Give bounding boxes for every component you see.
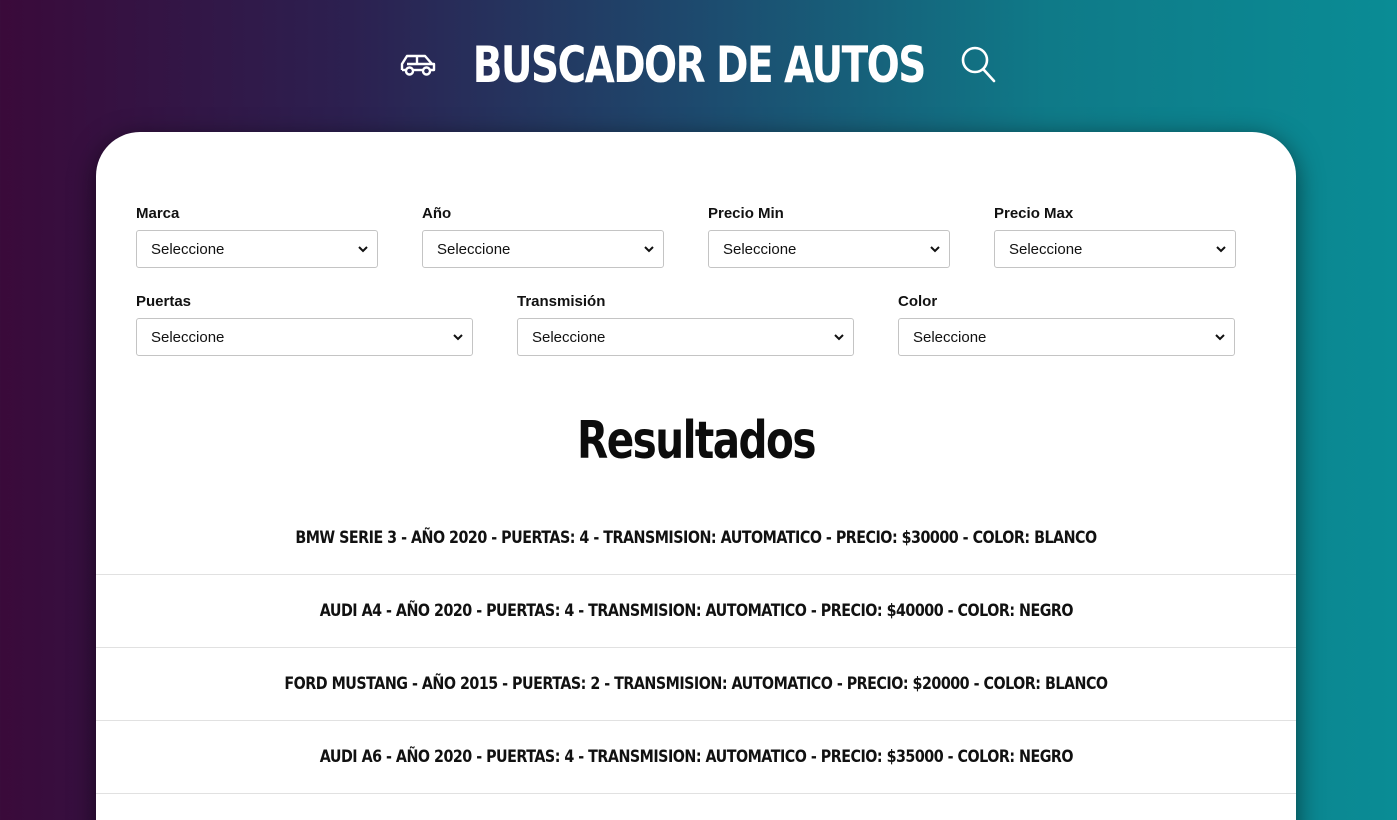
list-item: BMW Serie 3 - Año 2020 - Puertas: 4 - Tr… [96,502,1296,575]
chevron-down-icon [833,331,845,343]
filters-form: Marca Seleccione Año Seleccione Precio M… [136,206,1236,382]
car-icon [399,50,437,80]
search-icon [960,45,998,85]
result-text: Audi A4 - Año 2020 - Puertas: 4 - Transm… [319,601,1073,621]
color-label: Color [898,293,938,310]
precio-max-field: Precio Max Seleccione [994,206,1236,268]
result-text: Ford Mustang - Año 2015 - Puertas: 2 - T… [284,674,1108,694]
chevron-down-icon [1215,243,1227,255]
chevron-down-icon [357,243,369,255]
page-title: Buscador de Autos [472,36,926,94]
anio-label: Año [422,205,452,222]
chevron-down-icon [452,331,464,343]
chevron-down-icon [1214,331,1226,343]
transmision-field: Transmisión Seleccione [517,294,854,356]
puertas-select[interactable]: Seleccione [136,318,473,356]
precio-min-field: Precio Min Seleccione [708,206,950,268]
marca-select-value: Seleccione [151,240,225,258]
anio-select[interactable]: Seleccione [422,230,664,268]
result-text: BMW Serie 3 - Año 2020 - Puertas: 4 - Tr… [295,528,1097,548]
chevron-down-icon [643,243,655,255]
filters-row-1: Marca Seleccione Año Seleccione Precio M… [136,206,1236,268]
list-item: Audi A4 - Año 2020 - Puertas: 4 - Transm… [96,575,1296,648]
marca-label: Marca [136,205,180,222]
search-card: Marca Seleccione Año Seleccione Precio M… [96,132,1296,820]
anio-field: Año Seleccione [422,206,664,268]
color-select[interactable]: Seleccione [898,318,1235,356]
precio-max-select-value: Seleccione [1009,240,1083,258]
marca-field: Marca Seleccione [136,206,378,268]
list-item: Ford Mustang - Año 2015 - Puertas: 2 - T… [96,648,1296,721]
puertas-field: Puertas Seleccione [136,294,473,356]
results-title: Resultados [577,411,816,471]
filters-row-2: Puertas Seleccione Transmisión Seleccion… [136,294,1236,356]
transmision-select-value: Seleccione [532,328,606,346]
color-field: Color Seleccione [898,294,1235,356]
list-item: Audi A6 - Año 2020 - Puertas: 4 - Transm… [96,721,1296,794]
color-select-value: Seleccione [913,328,987,346]
chevron-down-icon [929,243,941,255]
page-header: Buscador de Autos [0,33,1397,97]
puertas-label: Puertas [136,293,192,310]
precio-min-select[interactable]: Seleccione [708,230,950,268]
puertas-select-value: Seleccione [151,328,225,346]
anio-select-value: Seleccione [437,240,511,258]
result-text: Audi A6 - Año 2020 - Puertas: 4 - Transm… [319,747,1073,767]
transmision-select[interactable]: Seleccione [517,318,854,356]
marca-select[interactable]: Seleccione [136,230,378,268]
transmision-label: Transmisión [517,293,606,310]
precio-min-label: Precio Min [708,205,784,222]
results-list: BMW Serie 3 - Año 2020 - Puertas: 4 - Tr… [96,502,1296,794]
precio-max-label: Precio Max [994,205,1074,222]
precio-min-select-value: Seleccione [723,240,797,258]
precio-max-select[interactable]: Seleccione [994,230,1236,268]
